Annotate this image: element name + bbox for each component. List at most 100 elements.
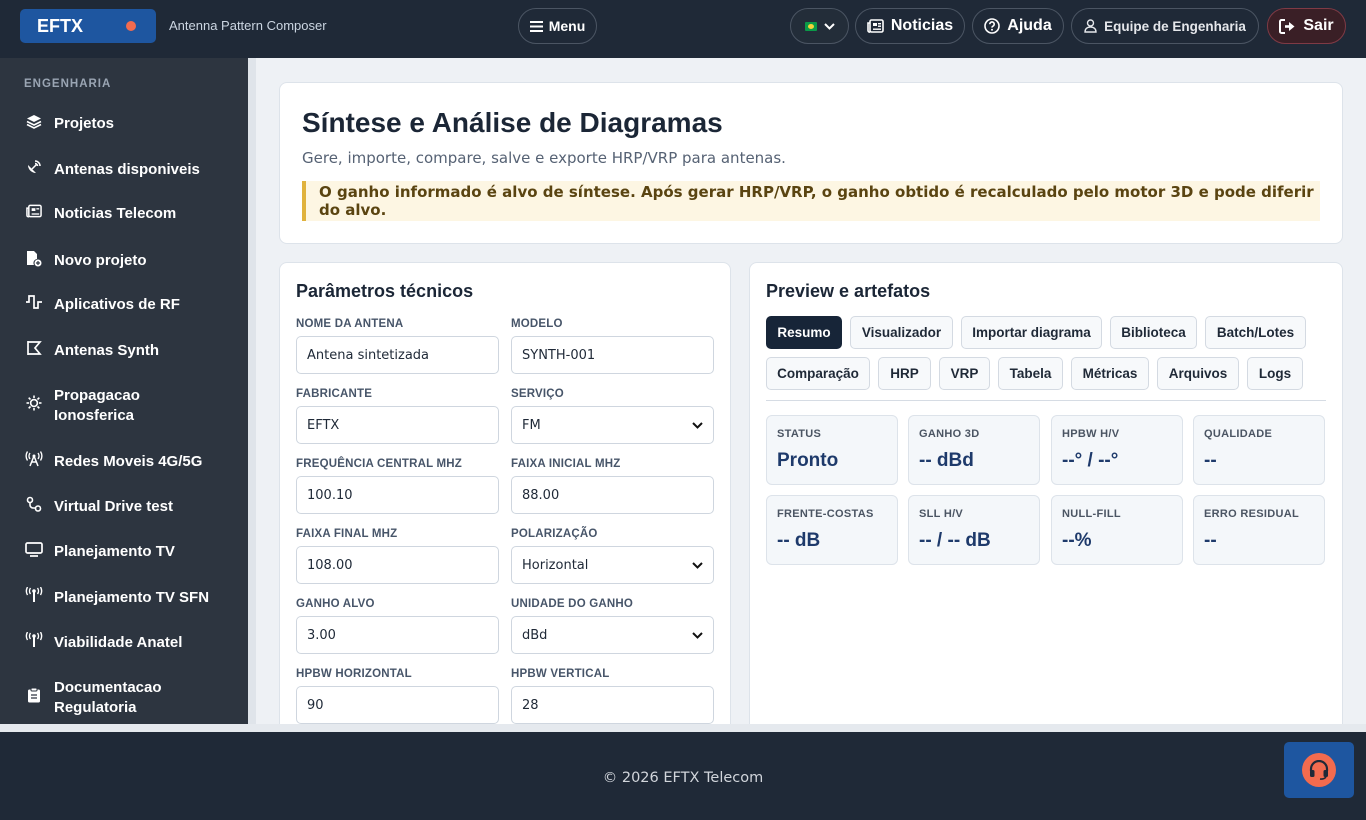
sidebar-item-antenas-synth[interactable]: Antenas Synth bbox=[24, 340, 159, 360]
sidebar-item-redes-moveis[interactable]: Redes Moveis 4G/5G bbox=[24, 451, 202, 471]
file-plus-icon bbox=[24, 250, 44, 271]
page-title: Síntese e Análise de Diagramas bbox=[302, 107, 723, 138]
sidebar-item-viabilidade-anatel[interactable]: Viabilidade Anatel bbox=[24, 631, 182, 652]
hamburger-icon bbox=[529, 20, 543, 32]
tabs-divider bbox=[766, 400, 1326, 401]
technical-parameters-card: Parâmetros técnicos NOME DA ANTENA Anten… bbox=[279, 262, 731, 724]
user-menu-button[interactable]: Equipe de Engenharia bbox=[1071, 8, 1259, 44]
polarization-select[interactable]: Horizontal bbox=[511, 546, 714, 584]
sidebar-item-documentacao[interactable]: Documentacao Regulatoria bbox=[24, 678, 224, 718]
support-chat-button[interactable] bbox=[1284, 742, 1354, 798]
end-band-input[interactable]: 108.00 bbox=[296, 546, 499, 584]
manufacturer-value: EFTX bbox=[307, 417, 340, 433]
start-band-input[interactable]: 88.00 bbox=[511, 476, 714, 514]
model-value: SYNTH-001 bbox=[522, 347, 596, 363]
hpbw-horizontal-input[interactable]: 90 bbox=[296, 686, 499, 724]
sidebar-item-label: Antenas Synth bbox=[54, 341, 160, 359]
help-label: Ajuda bbox=[1007, 17, 1052, 34]
footer: © 2026 EFTX Telecom bbox=[0, 732, 1366, 820]
tab-biblioteca[interactable]: Biblioteca bbox=[1110, 316, 1197, 349]
metric-label: QUALIDADE bbox=[1204, 428, 1273, 440]
metric-null-fill: NULL-FILL --% bbox=[1051, 495, 1183, 565]
sidebar-item-label: Redes Moveis 4G/5G bbox=[54, 452, 203, 470]
metric-label: GANHO 3D bbox=[919, 428, 980, 440]
center-frequency-input[interactable]: 100.10 bbox=[296, 476, 499, 514]
tab-comparacao[interactable]: Comparação bbox=[766, 357, 870, 390]
tab-hrp[interactable]: HRP bbox=[878, 357, 931, 390]
model-label: MODELO bbox=[511, 318, 563, 330]
menu-label: Menu bbox=[548, 18, 586, 34]
copyright-text: © 2026 EFTX Telecom bbox=[602, 770, 764, 786]
sidebar-item-label: Virtual Drive test bbox=[54, 497, 173, 515]
brand-logo[interactable]: EFTX bbox=[20, 9, 156, 43]
metric-label: HPBW H/V bbox=[1062, 428, 1120, 440]
service-select[interactable]: FM bbox=[511, 406, 714, 444]
tab-visualizador[interactable]: Visualizador bbox=[850, 316, 953, 349]
team-label: Equipe de Engenharia bbox=[1104, 18, 1246, 34]
logout-label: Sair bbox=[1303, 17, 1334, 34]
hpbw-vertical-input[interactable]: 28 bbox=[511, 686, 714, 724]
page-subtitle: Gere, importe, compare, salve e exporte … bbox=[302, 149, 786, 167]
gain-unit-select[interactable]: dBd bbox=[511, 616, 714, 654]
sidebar-item-noticias[interactable]: Noticias Telecom bbox=[24, 204, 176, 222]
metric-hpbw: HPBW H/V --° / --° bbox=[1051, 415, 1183, 485]
menu-button[interactable]: Menu bbox=[518, 8, 597, 44]
route-icon bbox=[24, 496, 44, 516]
help-button[interactable]: Ajuda bbox=[972, 8, 1064, 44]
sidebar-item-aplicativos-rf[interactable]: Aplicativos de RF bbox=[24, 295, 180, 313]
sidebar-item-label: Antenas disponiveis bbox=[54, 160, 200, 178]
sidebar-item-label: Aplicativos de RF bbox=[54, 295, 180, 313]
language-select[interactable] bbox=[790, 8, 849, 44]
sidebar-item-projetos[interactable]: Projetos bbox=[24, 114, 114, 133]
sidebar-item-label: Planejamento TV SFN bbox=[54, 588, 210, 606]
tab-metricas[interactable]: Métricas bbox=[1071, 357, 1149, 390]
tab-batch-lotes[interactable]: Batch/Lotes bbox=[1205, 316, 1306, 349]
sidebar-item-novo-projeto[interactable]: Novo projeto bbox=[24, 250, 147, 271]
metric-value: -- bbox=[1204, 530, 1217, 551]
news-button[interactable]: Noticias bbox=[855, 8, 965, 44]
antenna-name-label: NOME DA ANTENA bbox=[296, 318, 404, 330]
sidebar-item-drive-test[interactable]: Virtual Drive test bbox=[24, 496, 173, 516]
metric-label: NULL-FILL bbox=[1062, 508, 1121, 520]
tab-resumo[interactable]: Resumo bbox=[766, 316, 842, 349]
manufacturer-input[interactable]: EFTX bbox=[296, 406, 499, 444]
sidebar-item-planejamento-tv-sfn[interactable]: Planejamento TV SFN bbox=[24, 586, 210, 607]
metric-erro-residual: ERRO RESIDUAL -- bbox=[1193, 495, 1325, 565]
end-band-value: 108.00 bbox=[307, 557, 353, 573]
metric-label: ERRO RESIDUAL bbox=[1204, 508, 1299, 520]
sidebar-item-antenas[interactable]: Antenas disponiveis bbox=[24, 159, 200, 179]
brazil-flag-icon bbox=[804, 21, 817, 31]
metric-qualidade: QUALIDADE -- bbox=[1193, 415, 1325, 485]
tab-tabela[interactable]: Tabela bbox=[998, 357, 1063, 390]
hpbw-horizontal-value: 90 bbox=[307, 697, 324, 713]
metric-frente-costas: FRENTE-COSTAS -- dB bbox=[766, 495, 898, 565]
service-value: FM bbox=[522, 417, 541, 433]
broadcast-icon bbox=[24, 631, 44, 652]
logout-icon bbox=[1279, 18, 1295, 34]
question-circle-icon bbox=[984, 18, 1001, 34]
sidebar-item-planejamento-tv[interactable]: Planejamento TV bbox=[24, 542, 175, 561]
center-frequency-label: FREQUÊNCIA CENTRAL MHZ bbox=[296, 458, 463, 470]
tab-logs[interactable]: Logs bbox=[1247, 357, 1303, 390]
brand-name: EFTX bbox=[37, 15, 84, 36]
tab-importar-diagrama[interactable]: Importar diagrama bbox=[961, 316, 1102, 349]
model-input[interactable]: SYNTH-001 bbox=[511, 336, 714, 374]
start-band-label: FAIXA INICIAL MHZ bbox=[511, 458, 621, 470]
metric-status: STATUS Pronto bbox=[766, 415, 898, 485]
footer-gap bbox=[0, 724, 1366, 732]
main-content: Síntese e Análise de Diagramas Gere, imp… bbox=[256, 58, 1366, 724]
metric-label: SLL H/V bbox=[919, 508, 964, 520]
tab-arquivos[interactable]: Arquivos bbox=[1157, 357, 1239, 390]
tab-vrp[interactable]: VRP bbox=[939, 357, 990, 390]
target-gain-input[interactable]: 3.00 bbox=[296, 616, 499, 654]
chevron-down-icon bbox=[692, 421, 703, 429]
logout-button[interactable]: Sair bbox=[1267, 8, 1346, 44]
chevron-down-icon bbox=[692, 631, 703, 639]
sidebar-item-propagacao[interactable]: Propagacao Ionosferica bbox=[24, 386, 224, 426]
hpbw-vertical-value: 28 bbox=[522, 697, 539, 713]
top-bar: EFTX Antenna Pattern Composer Menu Notic… bbox=[0, 0, 1366, 58]
hero-card: Síntese e Análise de Diagramas Gere, imp… bbox=[279, 82, 1343, 244]
params-title: Parâmetros técnicos bbox=[296, 281, 474, 301]
metric-sll: SLL H/V -- / -- dB bbox=[908, 495, 1040, 565]
antenna-name-input[interactable]: Antena sintetizada bbox=[296, 336, 499, 374]
